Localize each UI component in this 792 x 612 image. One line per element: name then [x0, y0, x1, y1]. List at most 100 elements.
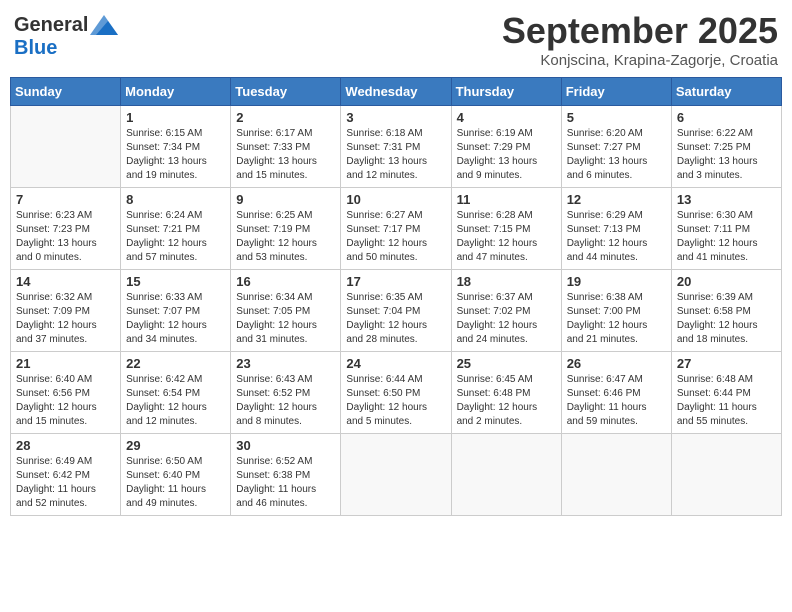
calendar-cell: 26 Sunrise: 6:47 AM Sunset: 6:46 PM Dayli…: [561, 352, 671, 434]
day-number: 8: [126, 192, 225, 207]
day-info: Sunrise: 6:39 AM Sunset: 6:58 PM Dayligh…: [677, 291, 776, 347]
day-number: 24: [346, 356, 445, 371]
day-number: 2: [236, 110, 335, 125]
calendar-cell: 11 Sunrise: 6:28 AM Sunset: 7:15 PM Dayli…: [451, 188, 561, 270]
calendar-cell: 5Sunrise: 6:20 AM Sunset: 7:27 PM Daylig…: [561, 106, 671, 188]
day-info: Sunrise: 6:30 AM Sunset: 7:11 PM Dayligh…: [677, 209, 776, 265]
calendar-cell: 24 Sunrise: 6:44 AM Sunset: 6:50 PM Dayli…: [341, 352, 451, 434]
day-info: Sunrise: 6:40 AM Sunset: 6:56 PM Dayligh…: [16, 373, 115, 429]
calendar-table: SundayMondayTuesdayWednesdayThursdayFrid…: [10, 77, 782, 516]
day-info: Sunrise: 6:20 AM Sunset: 7:27 PM Dayligh…: [567, 127, 666, 183]
day-number: 4: [457, 110, 556, 125]
weekday-header-friday: Friday: [561, 78, 671, 106]
week-row-2: 7 Sunrise: 6:23 AM Sunset: 7:23 PM Daylig…: [11, 188, 782, 270]
day-info: Sunrise: 6:38 AM Sunset: 7:00 PM Dayligh…: [567, 291, 666, 347]
day-number: 3: [346, 110, 445, 125]
calendar-cell: 17 Sunrise: 6:35 AM Sunset: 7:04 PM Dayli…: [341, 270, 451, 352]
day-number: 26: [567, 356, 666, 371]
calendar-cell: 27 Sunrise: 6:48 AM Sunset: 6:44 PM Dayli…: [671, 352, 781, 434]
day-info: Sunrise: 6:50 AM Sunset: 6:40 PM Dayligh…: [126, 455, 225, 511]
day-number: 27: [677, 356, 776, 371]
day-info: Sunrise: 6:35 AM Sunset: 7:04 PM Dayligh…: [346, 291, 445, 347]
day-info: Sunrise: 6:44 AM Sunset: 6:50 PM Dayligh…: [346, 373, 445, 429]
week-row-4: 21 Sunrise: 6:40 AM Sunset: 6:56 PM Dayli…: [11, 352, 782, 434]
title-section: September 2025 Konjscina, Krapina-Zagorj…: [502, 10, 778, 69]
calendar-cell: [341, 434, 451, 516]
calendar-cell: 15 Sunrise: 6:33 AM Sunset: 7:07 PM Dayli…: [121, 270, 231, 352]
day-info: Sunrise: 6:47 AM Sunset: 6:46 PM Dayligh…: [567, 373, 666, 429]
week-row-3: 14 Sunrise: 6:32 AM Sunset: 7:09 PM Dayli…: [11, 270, 782, 352]
day-info: Sunrise: 6:15 AM Sunset: 7:34 PM Dayligh…: [126, 127, 225, 183]
day-number: 25: [457, 356, 556, 371]
day-number: 11: [457, 192, 556, 207]
week-row-5: 28 Sunrise: 6:49 AM Sunset: 6:42 PM Dayli…: [11, 434, 782, 516]
week-row-1: 1 Sunrise: 6:15 AM Sunset: 7:34 PM Daylig…: [11, 106, 782, 188]
day-info: Sunrise: 6:37 AM Sunset: 7:02 PM Dayligh…: [457, 291, 556, 347]
day-info: Sunrise: 6:34 AM Sunset: 7:05 PM Dayligh…: [236, 291, 335, 347]
logo: General Blue: [14, 14, 118, 60]
calendar-cell: 16 Sunrise: 6:34 AM Sunset: 7:05 PM Dayli…: [231, 270, 341, 352]
weekday-header-thursday: Thursday: [451, 78, 561, 106]
calendar-cell: 10 Sunrise: 6:27 AM Sunset: 7:17 PM Dayli…: [341, 188, 451, 270]
day-info: Sunrise: 6:22 AM Sunset: 7:25 PM Dayligh…: [677, 127, 776, 183]
day-number: 30: [236, 438, 335, 453]
calendar-cell: 20Sunrise: 6:39 AM Sunset: 6:58 PM Dayli…: [671, 270, 781, 352]
calendar-cell: [561, 434, 671, 516]
day-info: Sunrise: 6:32 AM Sunset: 7:09 PM Dayligh…: [16, 291, 115, 347]
calendar-cell: 19 Sunrise: 6:38 AM Sunset: 7:00 PM Dayli…: [561, 270, 671, 352]
day-number: 17: [346, 274, 445, 289]
day-info: Sunrise: 6:17 AM Sunset: 7:33 PM Dayligh…: [236, 127, 335, 183]
day-info: Sunrise: 6:52 AM Sunset: 6:38 PM Dayligh…: [236, 455, 335, 511]
day-number: 9: [236, 192, 335, 207]
day-number: 6: [677, 110, 776, 125]
day-number: 29: [126, 438, 225, 453]
calendar-cell: [451, 434, 561, 516]
weekday-header-row: SundayMondayTuesdayWednesdayThursdayFrid…: [11, 78, 782, 106]
weekday-header-sunday: Sunday: [11, 78, 121, 106]
calendar-cell: 29 Sunrise: 6:50 AM Sunset: 6:40 PM Dayli…: [121, 434, 231, 516]
day-number: 16: [236, 274, 335, 289]
calendar-cell: [671, 434, 781, 516]
day-info: Sunrise: 6:48 AM Sunset: 6:44 PM Dayligh…: [677, 373, 776, 429]
calendar-cell: 12Sunrise: 6:29 AM Sunset: 7:13 PM Dayli…: [561, 188, 671, 270]
logo-blue-text: Blue: [14, 37, 57, 60]
day-info: Sunrise: 6:24 AM Sunset: 7:21 PM Dayligh…: [126, 209, 225, 265]
day-info: Sunrise: 6:19 AM Sunset: 7:29 PM Dayligh…: [457, 127, 556, 183]
day-number: 21: [16, 356, 115, 371]
day-number: 19: [567, 274, 666, 289]
calendar-cell: 6 Sunrise: 6:22 AM Sunset: 7:25 PM Daylig…: [671, 106, 781, 188]
day-info: Sunrise: 6:18 AM Sunset: 7:31 PM Dayligh…: [346, 127, 445, 183]
day-number: 14: [16, 274, 115, 289]
day-info: Sunrise: 6:27 AM Sunset: 7:17 PM Dayligh…: [346, 209, 445, 265]
day-info: Sunrise: 6:49 AM Sunset: 6:42 PM Dayligh…: [16, 455, 115, 511]
day-number: 7: [16, 192, 115, 207]
day-info: Sunrise: 6:45 AM Sunset: 6:48 PM Dayligh…: [457, 373, 556, 429]
day-info: Sunrise: 6:43 AM Sunset: 6:52 PM Dayligh…: [236, 373, 335, 429]
calendar-cell: 14 Sunrise: 6:32 AM Sunset: 7:09 PM Dayli…: [11, 270, 121, 352]
day-number: 10: [346, 192, 445, 207]
day-info: Sunrise: 6:33 AM Sunset: 7:07 PM Dayligh…: [126, 291, 225, 347]
day-number: 13: [677, 192, 776, 207]
location-text: Konjscina, Krapina-Zagorje, Croatia: [502, 52, 778, 69]
day-info: Sunrise: 6:23 AM Sunset: 7:23 PM Dayligh…: [16, 209, 115, 265]
weekday-header-monday: Monday: [121, 78, 231, 106]
calendar-cell: 2 Sunrise: 6:17 AM Sunset: 7:33 PM Daylig…: [231, 106, 341, 188]
day-number: 22: [126, 356, 225, 371]
calendar-cell: 28 Sunrise: 6:49 AM Sunset: 6:42 PM Dayli…: [11, 434, 121, 516]
weekday-header-tuesday: Tuesday: [231, 78, 341, 106]
day-number: 1: [126, 110, 225, 125]
day-number: 18: [457, 274, 556, 289]
day-info: Sunrise: 6:42 AM Sunset: 6:54 PM Dayligh…: [126, 373, 225, 429]
calendar-cell: 23 Sunrise: 6:43 AM Sunset: 6:52 PM Dayli…: [231, 352, 341, 434]
weekday-header-saturday: Saturday: [671, 78, 781, 106]
calendar-cell: 25 Sunrise: 6:45 AM Sunset: 6:48 PM Dayli…: [451, 352, 561, 434]
page-header: General Blue September 2025 Konjscina, K…: [10, 10, 782, 69]
calendar-cell: 22 Sunrise: 6:42 AM Sunset: 6:54 PM Dayli…: [121, 352, 231, 434]
day-number: 28: [16, 438, 115, 453]
calendar-cell: 4 Sunrise: 6:19 AM Sunset: 7:29 PM Daylig…: [451, 106, 561, 188]
month-title: September 2025: [502, 10, 778, 52]
day-number: 23: [236, 356, 335, 371]
calendar-cell: 18 Sunrise: 6:37 AM Sunset: 7:02 PM Dayli…: [451, 270, 561, 352]
day-number: 15: [126, 274, 225, 289]
day-info: Sunrise: 6:28 AM Sunset: 7:15 PM Dayligh…: [457, 209, 556, 265]
